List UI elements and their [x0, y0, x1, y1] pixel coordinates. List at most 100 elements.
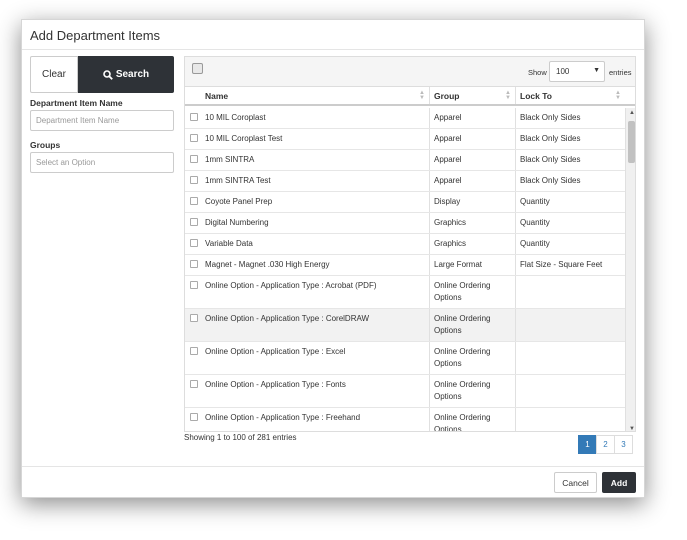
table-row[interactable]: Coyote Panel Prep Display Quantity	[185, 192, 625, 213]
column-header-group[interactable]: Group ▲ ▼	[430, 87, 516, 104]
cell-lock-to	[516, 408, 625, 431]
modal-title: Add Department Items	[30, 28, 161, 43]
cell-name: Digital Numbering	[203, 213, 430, 233]
show-label: Show	[528, 68, 547, 77]
modal-footer-divider	[22, 466, 644, 467]
table-row[interactable]: Online Option - Application Type : Excel…	[185, 342, 625, 375]
cell-group: Online Ordering Options	[430, 309, 516, 341]
modal-header: Add Department Items	[22, 20, 644, 50]
table-header: Name ▲ ▼ Group ▲ ▼ Lock To ▲ ▼	[185, 87, 635, 106]
column-header-lock-to[interactable]: Lock To ▲ ▼	[516, 87, 625, 104]
column-header-name[interactable]: Name ▲ ▼	[203, 87, 430, 104]
cell-name: Online Option - Application Type : Fonts	[203, 375, 430, 407]
cell-name: Coyote Panel Prep	[203, 192, 430, 212]
cell-group: Apparel	[430, 150, 516, 170]
cell-group: Online Ordering Options	[430, 342, 516, 374]
dept-item-name-input[interactable]: Department Item Name	[30, 110, 174, 131]
cell-lock-to: Quantity	[520, 218, 550, 227]
table-row[interactable]: 1mm SINTRA Apparel Black Only Sides	[185, 150, 625, 171]
table-row[interactable]: Online Option - Application Type : Corel…	[185, 309, 625, 342]
table-row[interactable]: 1mm SINTRA Test Apparel Black Only Sides	[185, 171, 625, 192]
cell-name: 10 MIL Coroplast	[203, 108, 430, 128]
scroll-up-icon[interactable]: ▲	[629, 110, 635, 116]
cell-name: 10 MIL Coroplast Test	[203, 129, 430, 149]
cell-group: Apparel	[430, 129, 516, 149]
page-2-button[interactable]: 2	[596, 435, 615, 454]
table-row[interactable]: Magnet - Magnet .030 High Energy Large F…	[185, 255, 625, 276]
table-scrollbar[interactable]: ▲ ▼	[625, 108, 635, 431]
table-row[interactable]: Variable Data Graphics Quantity	[185, 234, 625, 255]
cell-lock-to: Black Only Sides	[520, 113, 581, 122]
cell-lock-to	[516, 276, 625, 308]
cell-name: Variable Data	[203, 234, 430, 254]
row-checkbox[interactable]	[190, 218, 198, 226]
row-checkbox[interactable]	[190, 134, 198, 142]
cell-group: Online Ordering Options	[430, 375, 516, 407]
table-toolbar: Show 100 ▼ entries	[185, 57, 635, 87]
row-checkbox[interactable]	[190, 260, 198, 268]
cell-group: Online Ordering Options	[430, 408, 516, 431]
cell-lock-to	[516, 309, 625, 341]
page-size-select[interactable]: 100 ▼	[549, 61, 605, 82]
cell-group: Apparel	[430, 108, 516, 128]
row-checkbox[interactable]	[190, 314, 198, 322]
entries-label: entries	[609, 68, 632, 77]
table-row[interactable]: Digital Numbering Graphics Quantity	[185, 213, 625, 234]
dept-item-name-label: Department Item Name	[30, 98, 123, 108]
table-row[interactable]: 10 MIL Coroplast Test Apparel Black Only…	[185, 129, 625, 150]
groups-label: Groups	[30, 140, 61, 150]
row-checkbox[interactable]	[190, 239, 198, 247]
page-1-button[interactable]: 1	[578, 435, 597, 454]
cell-name: Online Option - Application Type : Excel	[203, 342, 430, 374]
scroll-down-icon[interactable]: ▼	[629, 426, 635, 431]
sort-icon: ▲ ▼	[615, 90, 621, 101]
sort-icon: ▲ ▼	[419, 90, 425, 101]
clear-button[interactable]: Clear	[30, 56, 78, 93]
select-all-checkbox[interactable]	[192, 63, 203, 74]
cancel-button[interactable]: Cancel	[554, 472, 597, 493]
sort-icon: ▲ ▼	[505, 90, 511, 101]
row-checkbox[interactable]	[190, 113, 198, 121]
page-size-value: 100	[556, 67, 570, 76]
cell-name: Online Option - Application Type : Acrob…	[203, 276, 430, 308]
chevron-down-icon: ▼	[593, 67, 600, 74]
table-row[interactable]: 10 MIL Coroplast Apparel Black Only Side…	[185, 108, 625, 129]
groups-select[interactable]: Select an Option	[30, 152, 174, 173]
add-department-items-modal: Add Department Items Clear Search Depart…	[21, 19, 645, 498]
row-checkbox[interactable]	[190, 281, 198, 289]
cell-lock-to: Flat Size - Square Feet	[520, 260, 603, 269]
add-button[interactable]: Add	[602, 472, 636, 493]
search-button[interactable]: Search	[78, 56, 174, 93]
table-row[interactable]: Online Option - Application Type : Freeh…	[185, 408, 625, 431]
page-3-button[interactable]: 3	[614, 435, 633, 454]
table-row[interactable]: Online Option - Application Type : Fonts…	[185, 375, 625, 408]
row-checkbox[interactable]	[190, 197, 198, 205]
showing-entries-text: Showing 1 to 100 of 281 entries	[184, 433, 297, 442]
cell-name: 1mm SINTRA	[203, 150, 430, 170]
cell-lock-to	[516, 375, 625, 407]
row-checkbox[interactable]	[190, 413, 198, 421]
pagination: 1 2 3	[578, 435, 633, 454]
cell-name: Magnet - Magnet .030 High Energy	[203, 255, 430, 275]
cell-lock-to: Black Only Sides	[520, 155, 581, 164]
row-checkbox[interactable]	[190, 347, 198, 355]
table-body: 10 MIL Coroplast Apparel Black Only Side…	[185, 108, 625, 431]
cell-group: Graphics	[430, 213, 516, 233]
cell-lock-to: Black Only Sides	[520, 134, 581, 143]
table-row[interactable]: Online Option - Application Type : Acrob…	[185, 276, 625, 309]
cell-group: Online Ordering Options	[430, 276, 516, 308]
row-checkbox[interactable]	[190, 155, 198, 163]
cell-group: Graphics	[430, 234, 516, 254]
cell-name: Online Option - Application Type : Freeh…	[203, 408, 430, 431]
cell-group: Large Format	[430, 255, 516, 275]
cell-lock-to: Quantity	[520, 239, 550, 248]
row-checkbox[interactable]	[190, 380, 198, 388]
scrollbar-thumb[interactable]	[628, 121, 635, 163]
row-checkbox[interactable]	[190, 176, 198, 184]
cell-lock-to: Black Only Sides	[520, 176, 581, 185]
search-button-label: Search	[115, 69, 150, 80]
cell-group: Apparel	[430, 171, 516, 191]
cell-name: Online Option - Application Type : Corel…	[203, 309, 430, 341]
cell-name: 1mm SINTRA Test	[203, 171, 430, 191]
items-table-panel: Show 100 ▼ entries Name ▲ ▼ Group ▲ ▼ Lock…	[184, 56, 636, 432]
